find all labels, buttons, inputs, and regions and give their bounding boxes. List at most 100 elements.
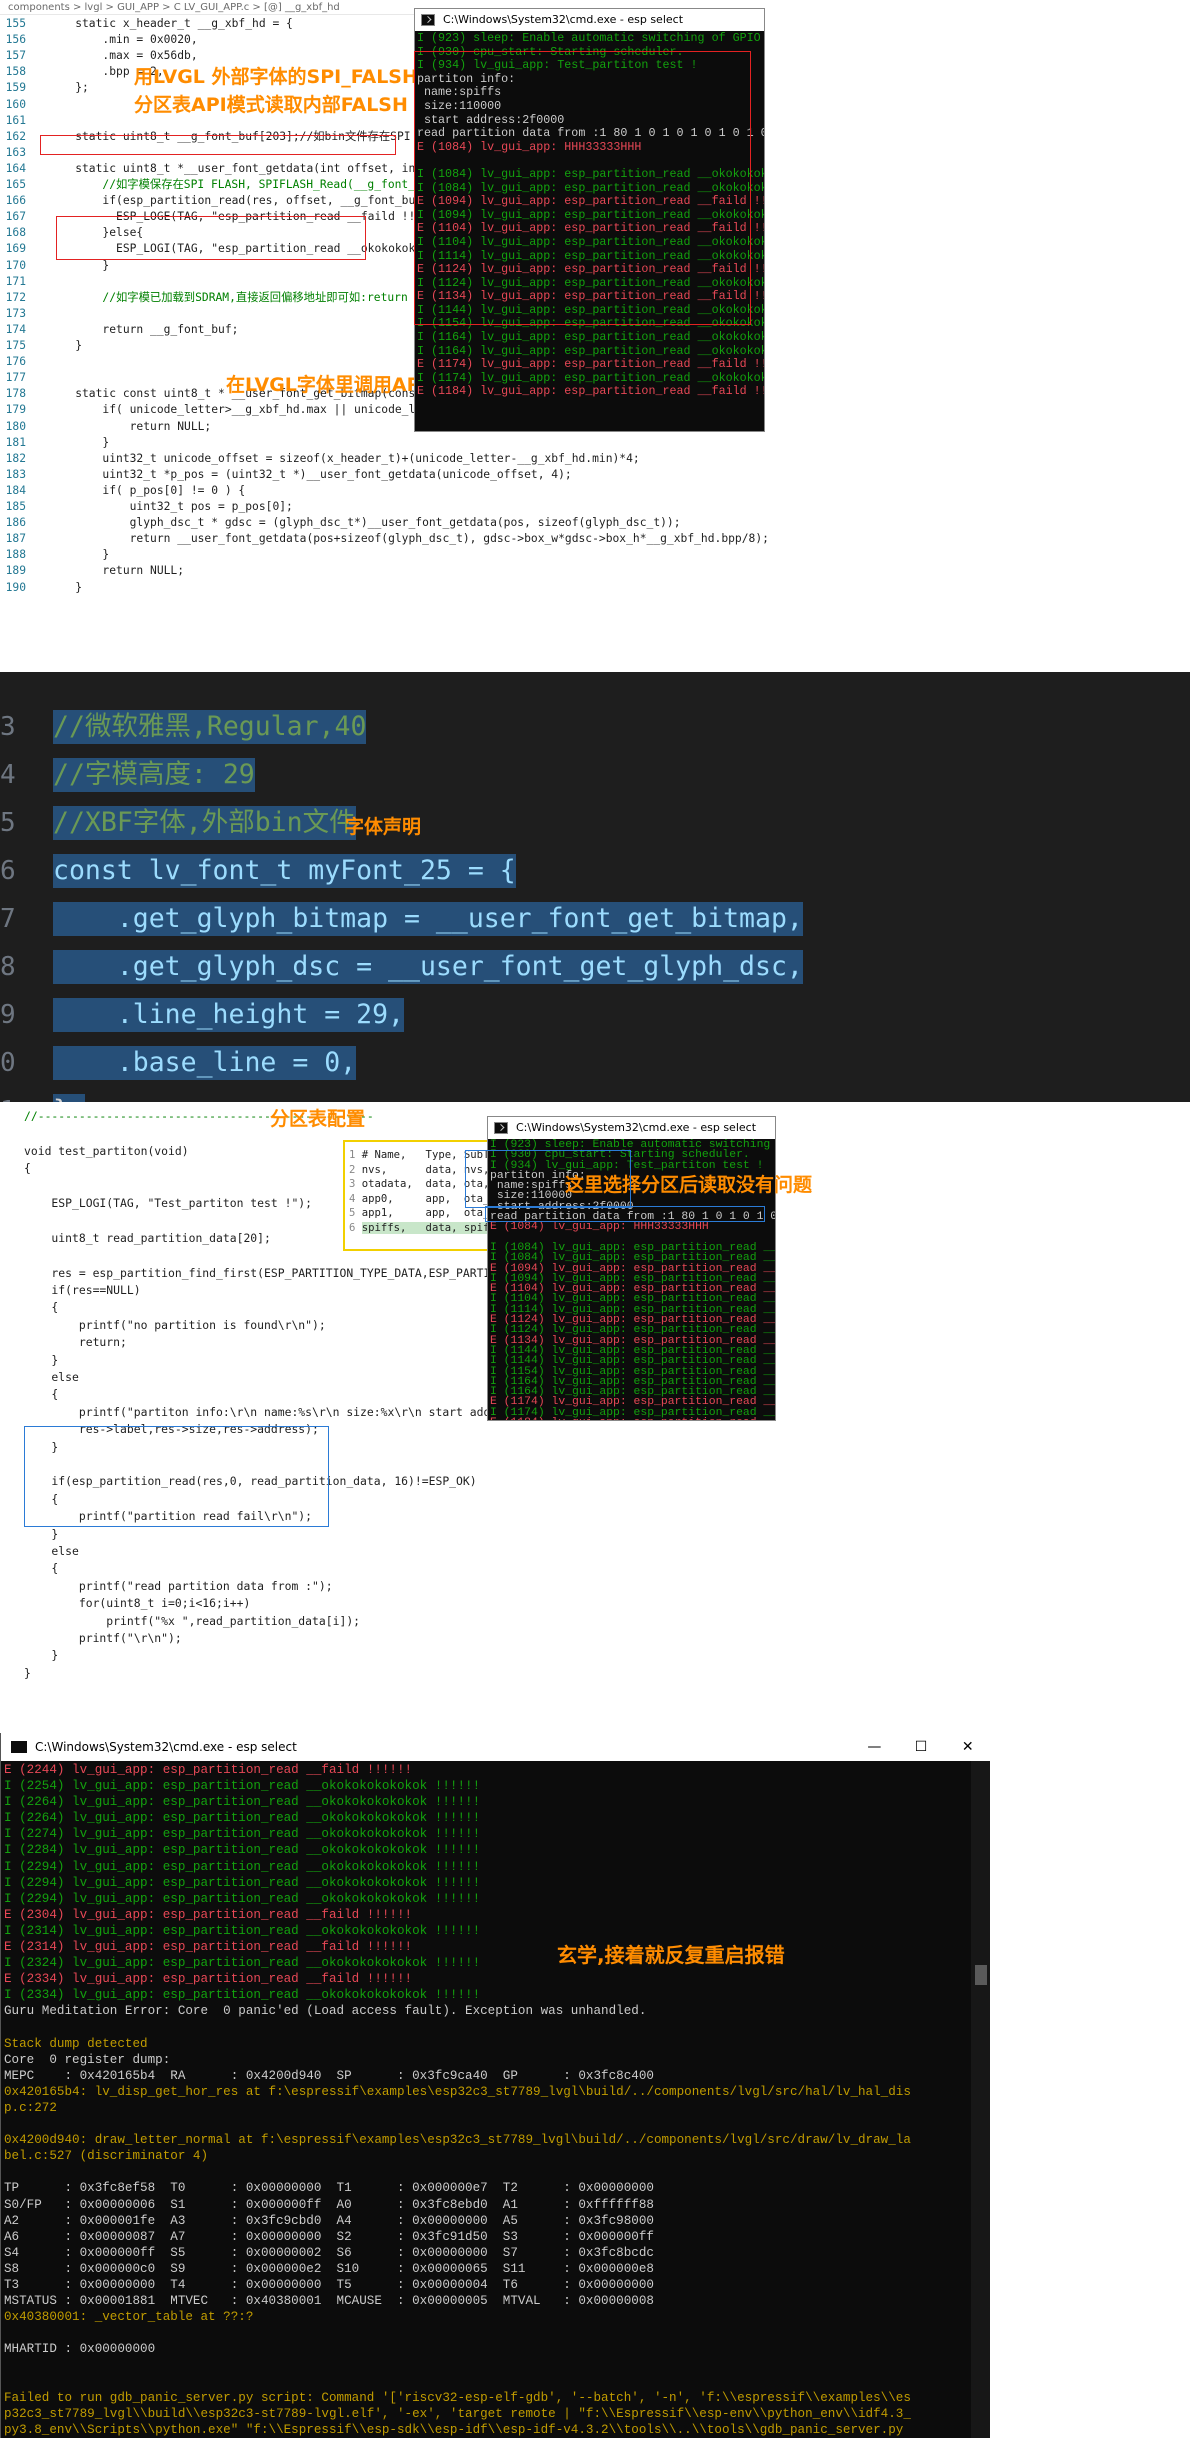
- log-line: I (1164) lv_gui_app: esp_partition_read …: [417, 330, 764, 345]
- close-button[interactable]: ✕: [944, 1733, 990, 1761]
- code-text: }: [48, 339, 83, 352]
- log-line: S8 : 0x000000c0 S9 : 0x000000e2 S10 : 0x…: [4, 2261, 654, 2276]
- line-number: 165: [5, 178, 26, 191]
- code-line: for(uint8_t i=0;i<16;i++): [24, 1596, 251, 1611]
- code-line: printf("no partition is found\r\n");: [24, 1317, 326, 1332]
- code-text: }: [48, 435, 110, 449]
- code-line: else: [24, 1370, 79, 1384]
- partition-test-panel: //--------------------------------------…: [0, 1102, 1190, 1732]
- code-line: }: [24, 1352, 59, 1367]
- code-text: }: [48, 548, 110, 562]
- cmd-window-title[interactable]: C:\Windows\System32\cmd.exe - esp select: [415, 9, 764, 31]
- code-line: 161: [0, 113, 48, 129]
- line-number: 3: [0, 712, 16, 742]
- log-line: Failed to run gdb_panic_server.py script…: [4, 2390, 911, 2405]
- code-line: 186 glyph_dsc_t * gdsc = (glyph_dsc_t*)_…: [0, 515, 681, 531]
- partition-row-number: 6: [349, 1221, 356, 1234]
- line-number: 164: [5, 161, 26, 175]
- highlight-box-log: [414, 51, 751, 325]
- log-line: I (2294) lv_gui_app: esp_partition_read …: [4, 1875, 481, 1890]
- code-line: void test_partiton(void): [24, 1143, 189, 1158]
- line-number: 186: [5, 516, 26, 530]
- terminal-icon: [494, 1122, 508, 1134]
- code-line: 187 return __user_font_getdata(pos+sizeo…: [0, 531, 769, 547]
- log-line: I (1144) lv_gui_app: esp_partition_read …: [490, 1355, 775, 1368]
- code-line: printf("read partition data from :");: [24, 1578, 333, 1593]
- line-number: 0: [0, 1048, 16, 1078]
- minimize-button[interactable]: —: [851, 1733, 898, 1761]
- log-line: S0/FP : 0x00000006 S1 : 0x000000ff A0 : …: [4, 2197, 654, 2212]
- log-line: I (1174) lv_gui_app: esp_partition_read …: [417, 370, 764, 385]
- log-line: 0x40380001: _vector_table at ??:?: [4, 2310, 254, 2325]
- code-line: }: [24, 1665, 31, 1680]
- log-line: I (2334) lv_gui_app: esp_partition_read …: [4, 1988, 481, 2003]
- code-line: 185 uint32_t pos = p_pos[0];: [0, 499, 293, 515]
- code-text: return __user_font_getdata(pos+sizeof(gl…: [48, 532, 769, 546]
- code-line: {: [24, 1387, 59, 1402]
- terminal-icon: [421, 14, 435, 26]
- cmd-window-title[interactable]: C:\Windows\System32\cmd.exe - esp select: [488, 1117, 775, 1139]
- line-number: 160: [5, 97, 26, 111]
- code-text: static uint8_t *__user_font_getdata(int …: [48, 161, 470, 175]
- code-text: //XBF字体,外部bin文件: [53, 806, 356, 840]
- line-number: 183: [5, 467, 26, 481]
- log-line: E (2314) lv_gui_app: esp_partition_read …: [4, 1940, 413, 1955]
- partition-row-number: 5: [349, 1207, 356, 1220]
- line-number: 181: [5, 435, 26, 449]
- cmd-window-title[interactable]: C:\Windows\System32\cmd.exe - esp select…: [1, 1733, 990, 1761]
- code-line: 184 if( p_pos[0] != 0 ) {: [0, 483, 246, 499]
- scrollbar[interactable]: [971, 1761, 990, 2438]
- code-text: //微软雅黑,Regular,40: [53, 710, 367, 744]
- code-text: .get_glyph_bitmap = __user_font_get_bitm…: [53, 902, 803, 936]
- log-line: MSTATUS : 0x00001881 MTVEC : 0x40380001 …: [4, 2294, 654, 2309]
- code-line: printf("\r\n");: [24, 1631, 182, 1645]
- scrollbar-thumb[interactable]: [975, 1965, 987, 1985]
- log-line: I (2294) lv_gui_app: esp_partition_read …: [4, 1891, 481, 1906]
- code-line: else: [24, 1544, 79, 1558]
- annotation-partition-api: 分区表API模式读取内部FALSH: [134, 94, 408, 116]
- code-text: }: [48, 580, 83, 594]
- log-line: I (2324) lv_gui_app: esp_partition_read …: [4, 1956, 481, 1971]
- code-line: {: [24, 1561, 59, 1576]
- line-number: 158: [5, 65, 26, 79]
- log-line: I (2254) lv_gui_app: esp_partition_read …: [4, 1779, 481, 1794]
- log-line: I (2314) lv_gui_app: esp_partition_read …: [4, 1923, 481, 1938]
- code-line: 176: [0, 354, 48, 370]
- line-number: 184: [5, 483, 26, 497]
- log-line: bel.c:527 (discriminator 4): [4, 2149, 209, 2164]
- code-line: 159 };: [0, 80, 89, 96]
- code-editor-panel: components > lvgl > GUI_APP > C LV_GUI_A…: [0, 0, 1190, 672]
- log-line: 0x420165b4: lv_disp_get_hor_res at f:\es…: [4, 2084, 911, 2099]
- line-number: 180: [5, 419, 26, 433]
- line-number: 4: [0, 760, 16, 790]
- code-line: {: [24, 1300, 59, 1315]
- log-line: E (1084) lv_gui_app: HHH33333HHH: [490, 1221, 709, 1234]
- code-line: 189 return NULL;: [0, 563, 184, 579]
- font-declaration-panel: 3 //微软雅黑,Regular,40 4 //字模高度: 29 5 //XBF字体,外部…: [0, 672, 1190, 1102]
- code-text: const lv_font_t myFont_25 = {: [53, 854, 516, 888]
- log-line: A2 : 0x000001fe A3 : 0x3fc9cbd0 A4 : 0x0…: [4, 2213, 654, 2228]
- highlight-box-partition-read: [56, 216, 366, 260]
- line-number: 185: [5, 500, 26, 513]
- code-text: //字模高度: 29: [53, 758, 255, 792]
- line-number: 177: [5, 371, 26, 385]
- log-line: I (2264) lv_gui_app: esp_partition_read …: [4, 1811, 481, 1826]
- code-text: uint32_t pos = p_pos[0];: [48, 500, 293, 513]
- log-line: A6 : 0x00000087 A7 : 0x00000000 S2 : 0x3…: [4, 2229, 654, 2244]
- code-line: 182 uint32_t unicode_offset = sizeof(x_h…: [0, 451, 640, 467]
- line-number: 172: [5, 290, 26, 304]
- maximize-button[interactable]: ☐: [898, 1733, 945, 1761]
- code-line: 183 uint32_t *p_pos = (uint32_t *)__user…: [0, 467, 572, 483]
- cmd-window-crash[interactable]: C:\Windows\System32\cmd.exe - esp select…: [0, 1733, 990, 2438]
- log-line: Stack dump detected: [4, 2036, 148, 2051]
- line-number: 166: [5, 194, 26, 208]
- line-number: 159: [5, 81, 26, 95]
- line-number: 169: [5, 242, 26, 256]
- code-line: 174 return __g_font_buf;: [0, 322, 239, 338]
- line-number: 6: [0, 856, 16, 886]
- code-line: 160: [0, 97, 48, 113]
- log-line: py3.8_env\\Scripts\\python.exe" "f:\\Esp…: [4, 2422, 904, 2437]
- code-text: static x_header_t __g_xbf_hd = {: [48, 17, 293, 30]
